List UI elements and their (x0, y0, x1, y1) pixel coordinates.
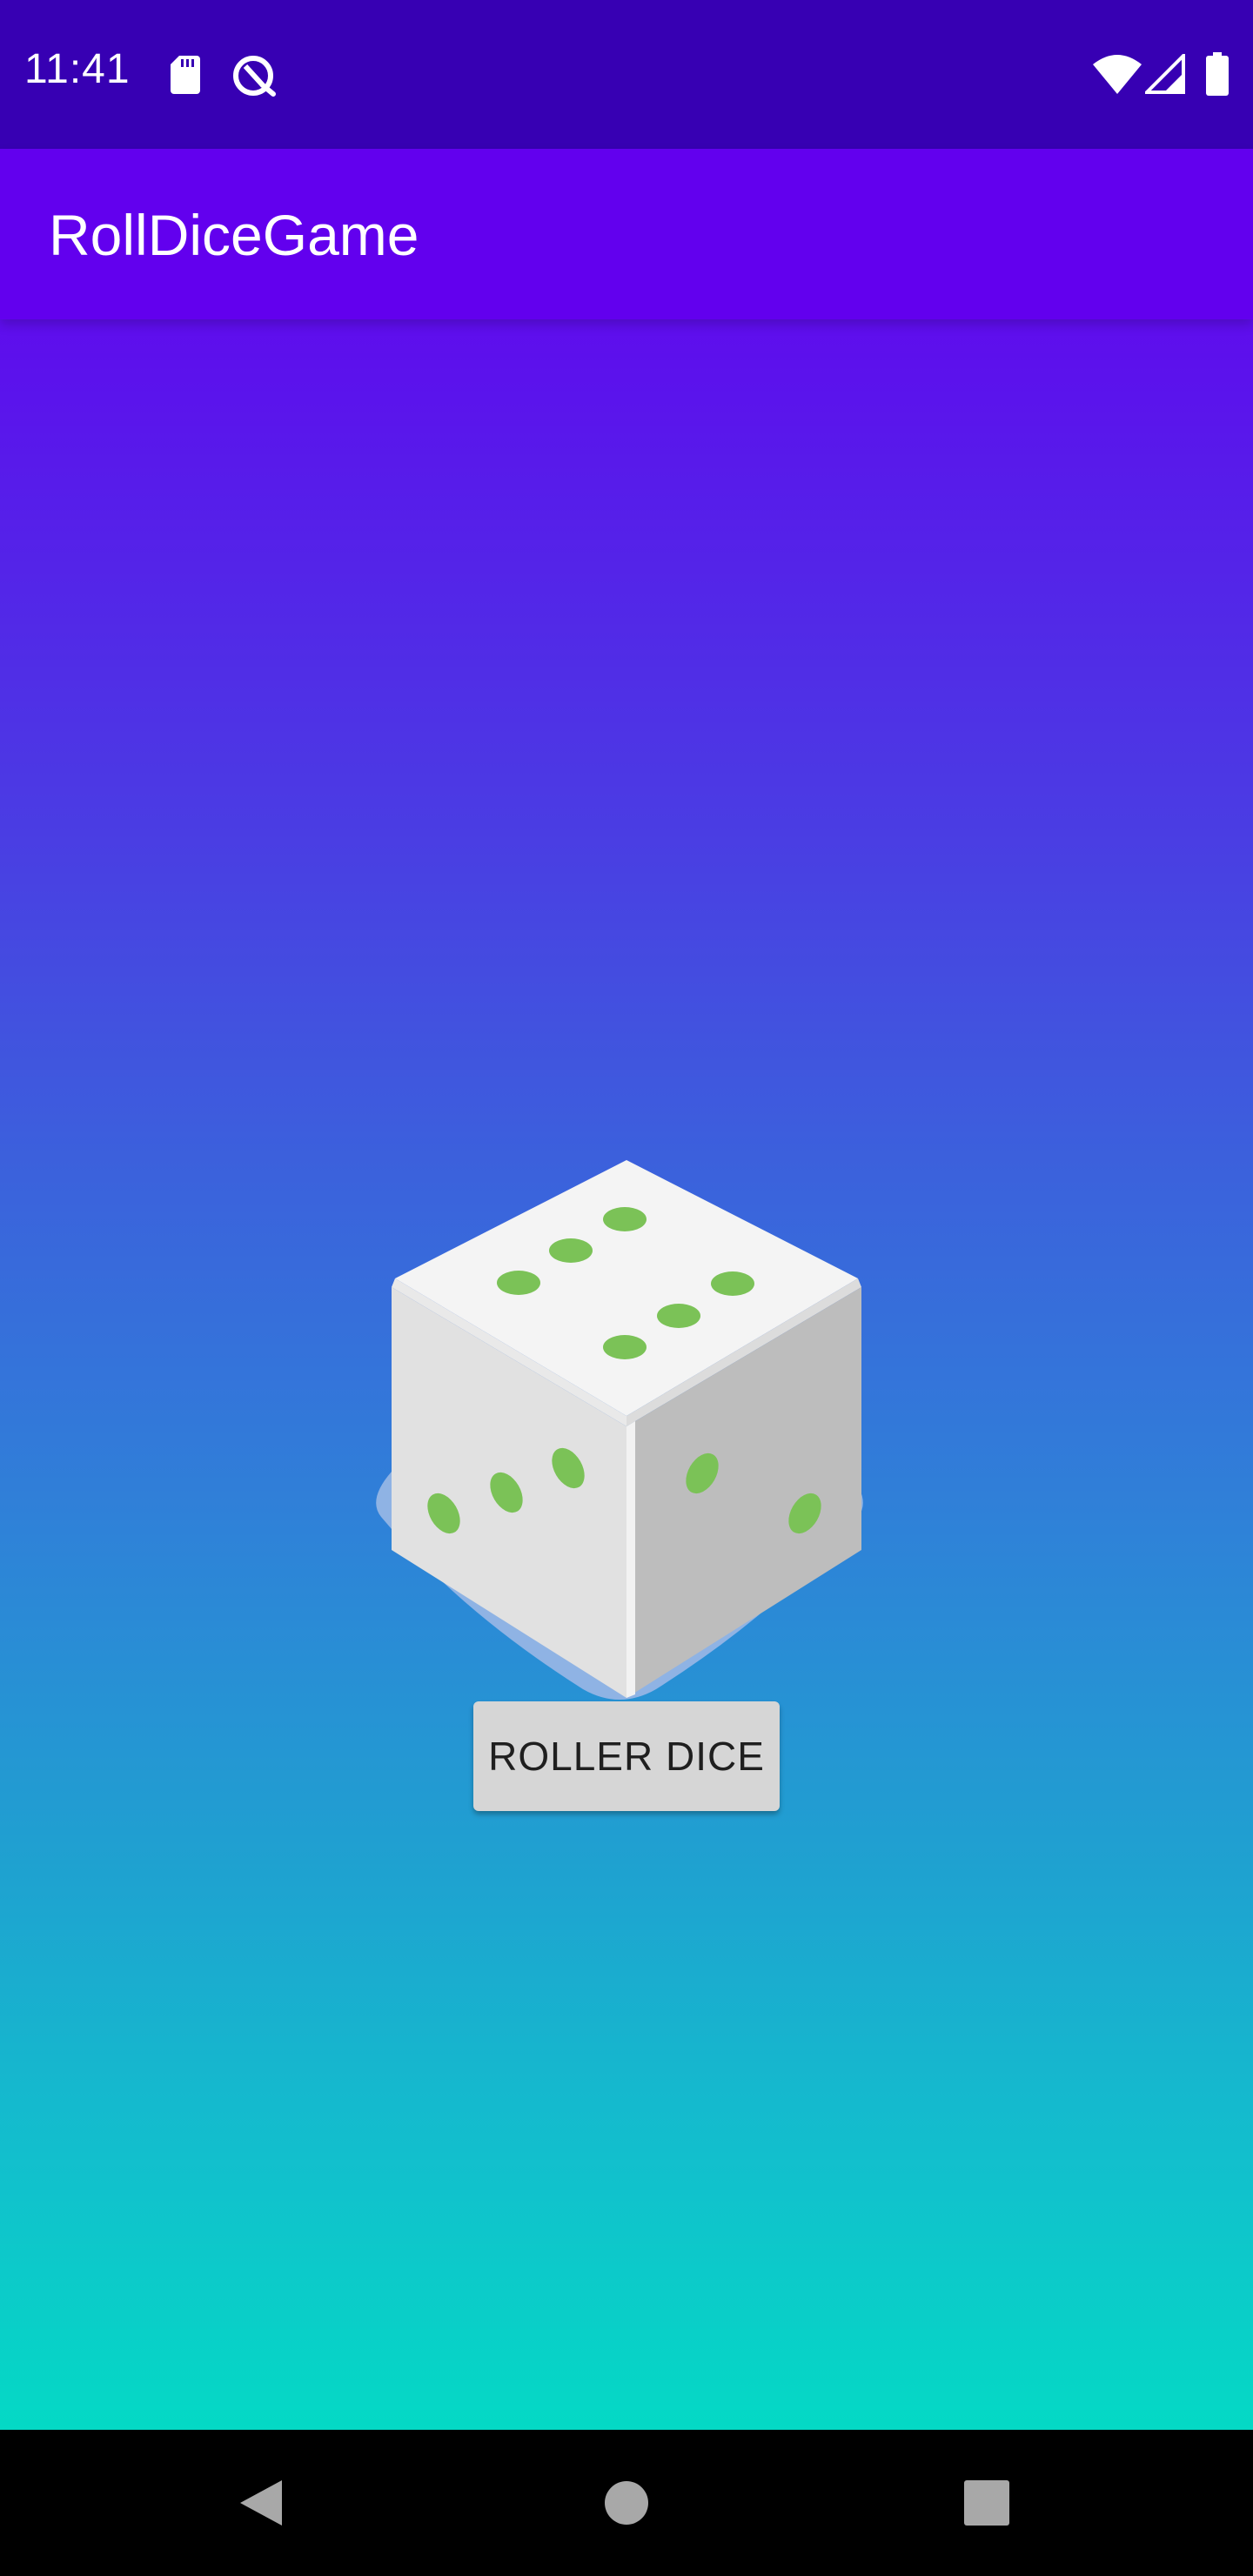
recents-button[interactable] (900, 2430, 1074, 2576)
app-title: RollDiceGame (49, 203, 419, 267)
app-bar: RollDiceGame (0, 149, 1253, 319)
signal-icon (1142, 51, 1185, 97)
main-content (0, 149, 1253, 2430)
sd-card-icon (171, 56, 200, 97)
dice-icon (355, 1141, 898, 1750)
back-button[interactable] (174, 2430, 348, 2576)
wifi-icon (1093, 54, 1142, 97)
navigation-bar (0, 2430, 1253, 2576)
roll-dice-button[interactable]: ROLLER DICE (473, 1701, 780, 1811)
data-saver-icon (231, 54, 277, 101)
status-time: 11:41 (24, 46, 131, 92)
status-bar: 11:41 (0, 0, 1253, 149)
home-button[interactable] (539, 2430, 714, 2576)
battery-icon (1206, 52, 1229, 99)
